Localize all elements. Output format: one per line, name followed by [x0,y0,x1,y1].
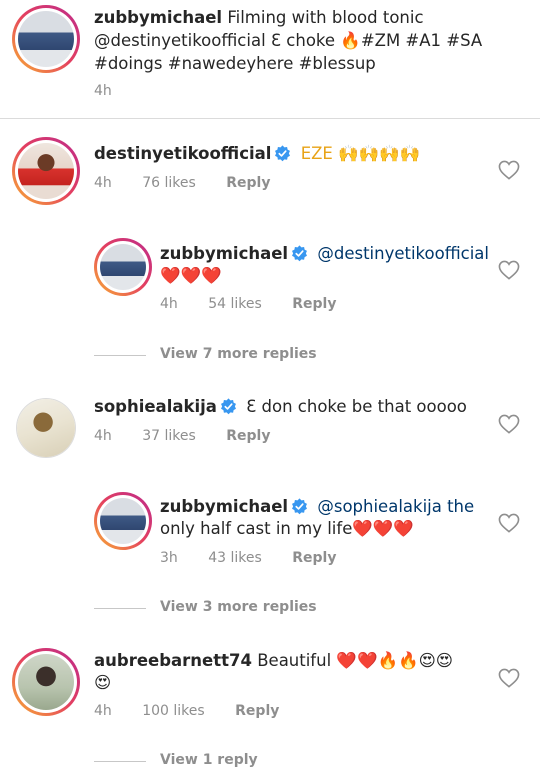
avatar-image [17,399,75,457]
comment-text-line-2: 😍 [94,673,112,692]
comment-likes[interactable]: 37 likes [142,428,196,444]
reply-text: @sophiealakija the [317,497,475,516]
reply-button[interactable]: Reply [292,296,336,312]
like-heart-icon[interactable] [498,260,520,280]
verified-icon [291,245,308,262]
comment-meta: 4h 37 likes Reply [94,428,296,444]
caption-text: Filming with blood tonic [227,8,424,27]
avatar-image [18,143,74,199]
verified-icon [274,145,291,162]
avatar-image [18,11,74,67]
avatar-zubbymichael-caption[interactable] [12,5,80,73]
caption-line-2: @destinyetikoofficial Ɛ choke 🔥#ZM #A1 #… [94,31,483,50]
comment-meta: 4h 76 likes Reply [94,175,296,191]
reply-meta: 4h 54 likes Reply [160,296,362,312]
comment-aubreebarnett74: aubreebarnett74 Beautiful ❤️❤️🔥🔥😍😍 [94,650,453,672]
comment-time: 4h [94,175,112,191]
reply-button[interactable]: Reply [292,550,336,566]
reply-zubbymichael-2: zubbymichael @sophiealakija the [160,496,474,518]
verified-icon [220,398,237,415]
reply-likes[interactable]: 54 likes [208,296,262,312]
comment-text: Ɛ don choke be that ooooo [246,397,467,416]
avatar-zubbymichael-reply[interactable] [94,492,152,550]
comment-sophiealakija: sophiealakija Ɛ don choke be that ooooo [94,396,467,418]
reply-button[interactable]: Reply [226,175,270,191]
caption-line-1: zubbymichael Filming with blood tonic [94,7,424,29]
reply-time: 3h [160,550,178,566]
comment-destinyetiko: destinyetikoofficial EZE 🙌🙌🙌🙌 [94,143,420,165]
caption-time: 4h [94,83,112,99]
reply-meta: 3h 43 likes Reply [160,550,362,566]
like-heart-icon[interactable] [498,414,520,434]
view-more-replies[interactable]: View 3 more replies [94,599,317,615]
like-heart-icon[interactable] [498,668,520,688]
comment-time: 4h [94,428,112,444]
comment-username[interactable]: aubreebarnett74 [94,651,252,670]
comment-meta: 4h 100 likes Reply [94,703,305,719]
like-heart-icon[interactable] [498,160,520,180]
reply-text-line-2: only half cast in my life❤️❤️❤️ [160,519,414,538]
verified-icon [291,498,308,515]
caption-divider [0,118,540,119]
avatar-image [100,498,146,544]
avatar-sophiealakija[interactable] [16,398,76,458]
reply-time: 4h [160,296,178,312]
view-more-replies[interactable]: View 7 more replies [94,346,317,362]
reply-username[interactable]: zubbymichael [160,244,288,263]
comment-time: 4h [94,703,112,719]
view-more-replies[interactable]: View 1 reply [94,752,258,768]
reply-username[interactable]: zubbymichael [160,497,288,516]
comment-text: EZE 🙌🙌🙌🙌 [300,144,421,163]
avatar-zubbymichael-reply[interactable] [94,238,152,296]
reply-likes[interactable]: 43 likes [208,550,262,566]
caption-line-3: #doings #nawedeyhere #blessup [94,54,376,73]
reply-hearts: ❤️❤️❤️ [160,266,222,285]
avatar-image [18,654,74,710]
comment-username[interactable]: sophiealakija [94,397,217,416]
like-heart-icon[interactable] [498,513,520,533]
avatar-destinyetikoofficial[interactable] [12,137,80,205]
avatar-aubreebarnett74[interactable] [12,648,80,716]
reply-button[interactable]: Reply [226,428,270,444]
comment-likes[interactable]: 100 likes [142,703,204,719]
avatar-image [100,244,146,290]
comment-likes[interactable]: 76 likes [142,175,196,191]
reply-button[interactable]: Reply [235,703,279,719]
reply-zubbymichael-1: zubbymichael @destinyetikoofficial [160,243,489,265]
comment-username[interactable]: destinyetikoofficial [94,144,271,163]
reply-mention[interactable]: @destinyetikoofficial [317,244,489,263]
comment-text: Beautiful ❤️❤️🔥🔥😍😍 [257,651,453,670]
caption-username[interactable]: zubbymichael [94,8,222,27]
